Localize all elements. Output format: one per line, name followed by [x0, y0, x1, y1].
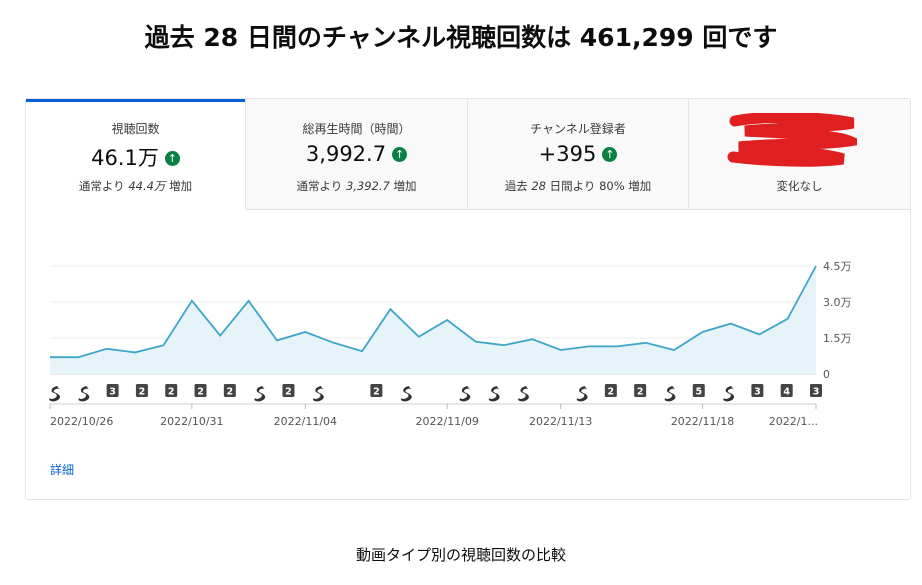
metric-note: 通常より 3,392.7 増加	[296, 179, 417, 193]
series-area	[50, 266, 816, 374]
views-chart: 3 2 2 2 2 2 2 2 2 5 3 4 3 2022/10/26 2022/10/31 2022/1…	[26, 211, 910, 441]
page-headline: 過去 28 日間のチャンネル視聴回数は 461,299 回です	[144, 23, 778, 52]
metric-note: 過去 28 日間より 80% 増加	[504, 179, 652, 193]
metric-label: 視聴回数	[111, 122, 160, 136]
svg-text:2: 2	[197, 387, 204, 398]
y-tick-label: 4.5万	[823, 260, 852, 273]
video-count-marker[interactable]: 2	[604, 384, 617, 398]
redaction-scribble	[727, 113, 857, 167]
shorts-marker-icon[interactable]	[49, 386, 60, 402]
metric-tab-subscribers[interactable]: チャンネル登録者 +395 ↑ 過去 28 日間より 80% 増加	[468, 99, 689, 210]
y-tick-label: 3.0万	[823, 296, 852, 309]
shorts-marker-icon[interactable]	[488, 386, 500, 402]
video-count-marker[interactable]: 2	[194, 384, 207, 398]
video-count-marker[interactable]: 3	[810, 384, 822, 398]
video-count-marker[interactable]: 2	[135, 384, 148, 398]
metric-note: 通常より 44.4万 増加	[78, 179, 193, 193]
x-tick-label: 2022/11/04	[274, 415, 337, 428]
x-tick-label: 2022/11/09	[415, 415, 478, 428]
selected-indicator	[26, 99, 245, 102]
video-count-marker[interactable]: 3	[106, 384, 119, 398]
views-line-chart: 3 2 2 2 2 2 2 2 2 5 3 4 3 2022/10/26 2022/10/31 2022/1…	[49, 260, 852, 428]
y-tick-label: 0	[823, 368, 830, 381]
shorts-marker-icon[interactable]	[459, 386, 471, 402]
svg-text:3: 3	[109, 387, 116, 398]
x-tick-label: 2022/10/26	[50, 415, 113, 428]
analytics-card: 視聴回数 46.1万 ↑ 通常より 44.4万 増加 総再生時間（時間） 3,99…	[25, 98, 911, 500]
svg-text:5: 5	[695, 387, 702, 398]
svg-text:2: 2	[139, 387, 146, 398]
metric-value: 3,992.7	[305, 142, 387, 166]
svg-text:2: 2	[168, 387, 175, 398]
metric-value: 46.1万	[91, 146, 159, 170]
shorts-marker-icon[interactable]	[664, 386, 676, 402]
metric-label: チャンネル登録者	[530, 122, 626, 136]
video-count-marker[interactable]: 2	[223, 384, 236, 398]
svg-text:2: 2	[608, 387, 615, 398]
trend-up-icon: ↑	[164, 151, 180, 166]
video-count-marker[interactable]: 3	[751, 384, 764, 398]
y-tick-label: 1.5万	[823, 332, 852, 345]
shorts-marker-icon[interactable]	[723, 386, 735, 402]
metric-label: 総再生時間（時間）	[302, 122, 411, 136]
svg-text:2: 2	[285, 387, 292, 398]
shorts-marker-icon[interactable]	[78, 386, 90, 402]
video-count-marker[interactable]: 2	[282, 384, 295, 398]
metric-value-row: 46.1万 ↑	[26, 142, 245, 172]
metric-value-row: 3,992.7 ↑	[246, 142, 467, 166]
metric-tab-redacted[interactable]: 変化なし	[689, 99, 910, 210]
shorts-marker-icon[interactable]	[254, 386, 266, 402]
shorts-marker-icon[interactable]	[517, 386, 529, 402]
svg-text:3: 3	[754, 387, 761, 398]
video-count-marker[interactable]: 4	[780, 384, 793, 398]
details-link[interactable]: 詳細	[50, 461, 74, 478]
x-tick-label: 2022/11/18	[671, 415, 734, 428]
trend-up-icon: ↑	[392, 147, 408, 162]
metric-note: 変化なし	[776, 179, 823, 193]
video-count-marker[interactable]: 5	[692, 384, 705, 398]
svg-text:2: 2	[637, 387, 644, 398]
section-title-video-type: 動画タイプ別の視聴回数の比較	[355, 546, 566, 564]
trend-up-icon: ↑	[602, 147, 618, 162]
svg-text:2: 2	[373, 387, 380, 398]
metric-value: +395	[538, 142, 597, 166]
shorts-marker-icon[interactable]	[400, 386, 412, 402]
shorts-marker-icon[interactable]	[576, 386, 588, 402]
x-tick-label: 2022/10/31	[160, 415, 223, 428]
x-tick-label: 2022/11/13	[529, 415, 592, 428]
metric-value-row: +395 ↑	[468, 142, 688, 166]
svg-text:2: 2	[227, 387, 234, 398]
metric-tab-watch-time[interactable]: 総再生時間（時間） 3,992.7 ↑ 通常より 3,392.7 増加	[246, 99, 468, 210]
x-tick-label: 2022/1...	[769, 415, 818, 428]
video-count-marker[interactable]: 2	[634, 384, 647, 398]
svg-text:3: 3	[813, 387, 820, 398]
video-count-marker[interactable]: 2	[370, 384, 383, 398]
metric-tab-views[interactable]: 視聴回数 46.1万 ↑ 通常より 44.4万 増加	[26, 99, 246, 210]
metric-tabs: 視聴回数 46.1万 ↑ 通常より 44.4万 増加 総再生時間（時間） 3,99…	[26, 99, 910, 211]
video-count-marker[interactable]: 2	[165, 384, 178, 398]
shorts-marker-icon[interactable]	[312, 386, 324, 402]
svg-text:4: 4	[783, 387, 790, 398]
